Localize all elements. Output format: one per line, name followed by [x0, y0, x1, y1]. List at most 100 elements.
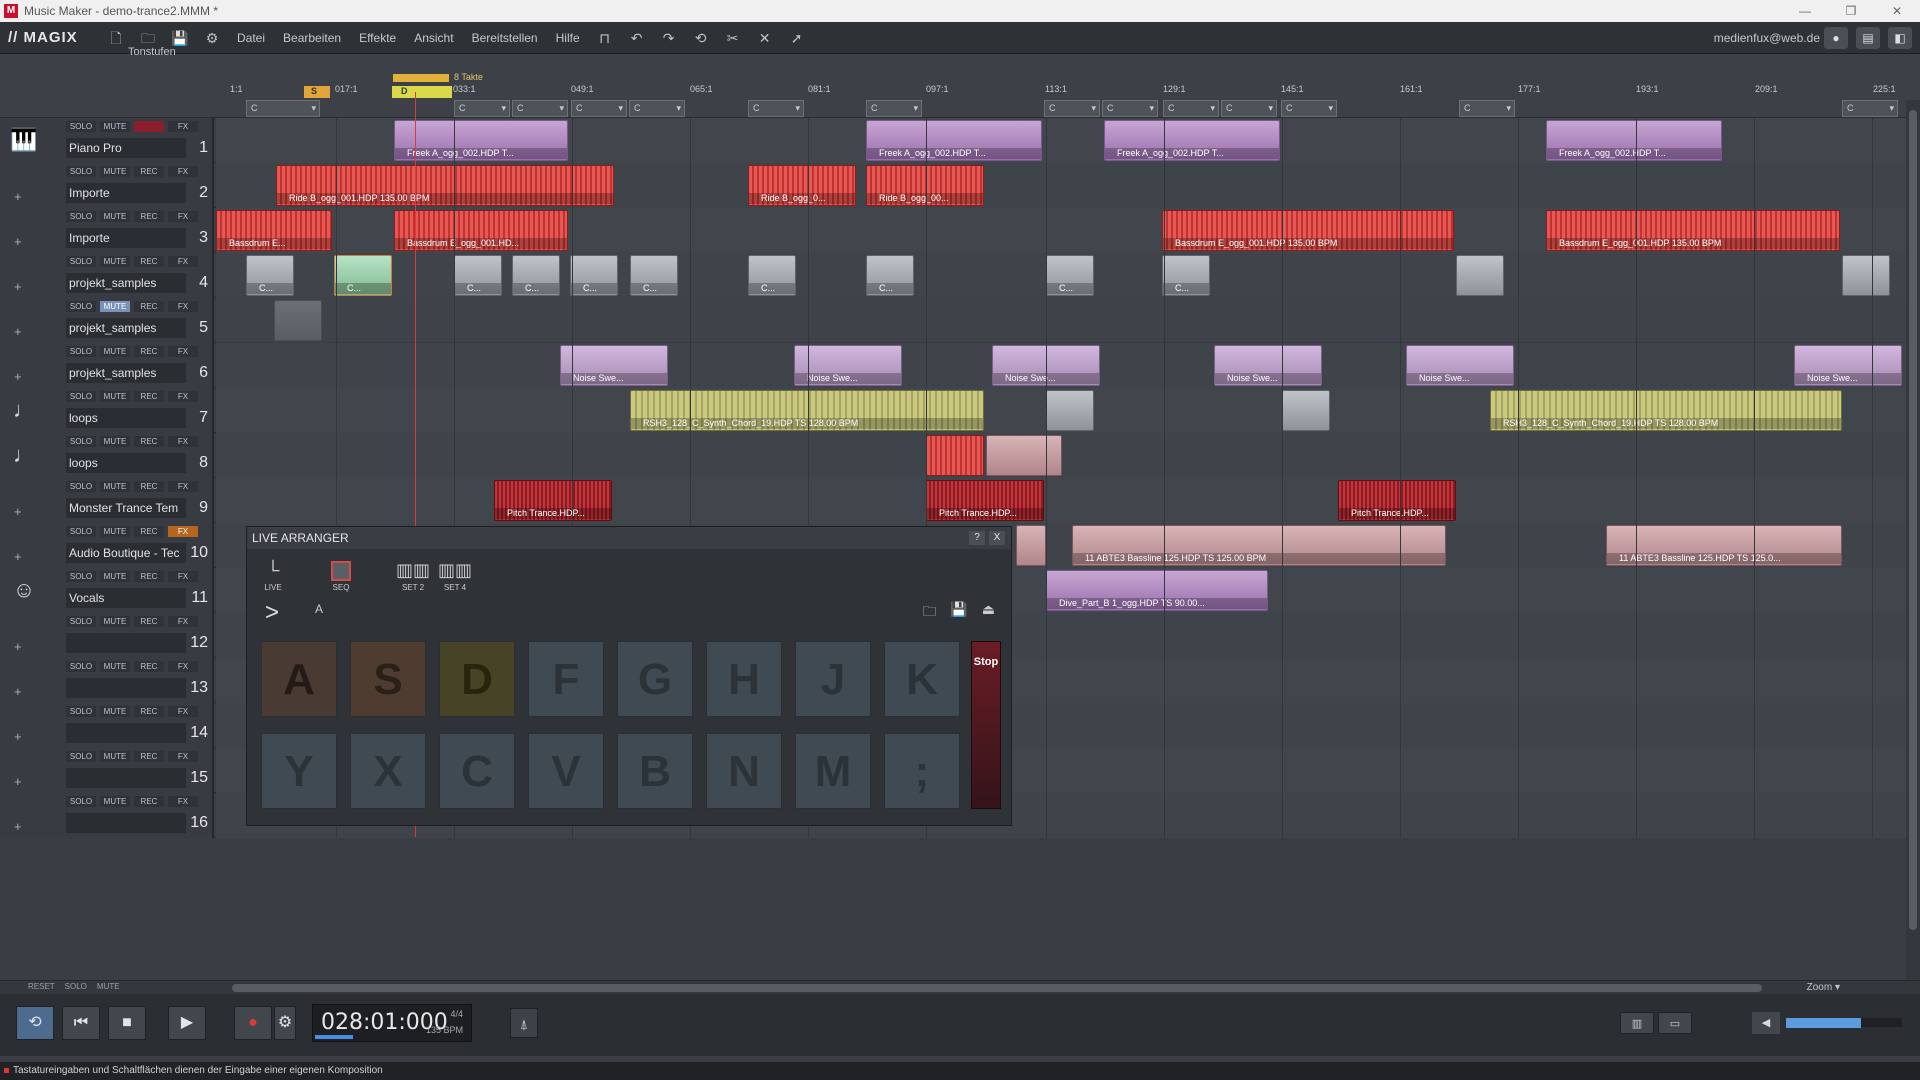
- mute-button[interactable]: MUTE: [100, 751, 130, 762]
- solo-button[interactable]: SOLO: [66, 391, 96, 402]
- chord-selector[interactable]: C: [1221, 100, 1277, 117]
- rec-button[interactable]: REC: [134, 256, 164, 267]
- restore-button[interactable]: ❐: [1828, 0, 1874, 22]
- rec-button[interactable]: REC: [134, 571, 164, 582]
- fx-button[interactable]: FX: [168, 571, 198, 582]
- clip-selected[interactable]: C...: [334, 255, 392, 296]
- clip-muted[interactable]: [274, 300, 322, 341]
- track-header[interactable]: + SOLO MUTE REC FX 16: [0, 793, 214, 838]
- mute-button[interactable]: MUTE: [100, 481, 130, 492]
- clip[interactable]: Freek A_ogg_002.HDP T...: [1104, 120, 1280, 161]
- clip[interactable]: Noise Swe...: [1794, 345, 1902, 386]
- open-folder-icon[interactable]: 🗀: [922, 601, 936, 625]
- mute-button[interactable]: MUTE: [100, 121, 130, 132]
- track-name[interactable]: projekt_samples: [66, 273, 186, 293]
- rotate-icon[interactable]: ⟲: [690, 27, 712, 49]
- clip[interactable]: Bassdrum E_ogg_001.HD...: [394, 210, 568, 251]
- new-file-icon[interactable]: 🗋: [105, 27, 127, 49]
- track-name[interactable]: [66, 678, 186, 698]
- add-icon[interactable]: +: [14, 729, 22, 744]
- clip[interactable]: C...: [866, 255, 914, 296]
- track-name[interactable]: Vocals: [66, 588, 186, 608]
- track-header[interactable]: ♩ SOLO MUTE REC FX loops 7: [0, 388, 214, 433]
- rec-button[interactable]: REC: [134, 211, 164, 222]
- global-mute-button[interactable]: MUTE: [97, 982, 120, 991]
- solo-button[interactable]: SOLO: [66, 526, 96, 537]
- key-f[interactable]: F: [528, 641, 604, 717]
- volume-slider[interactable]: [1786, 1018, 1902, 1028]
- stop-button[interactable]: Stop: [971, 641, 1001, 809]
- track-lane[interactable]: Freek A_ogg_002.HDP T... Freek A_ogg_002…: [216, 118, 1906, 163]
- key-h[interactable]: H: [706, 641, 782, 717]
- mute-button[interactable]: MUTE: [100, 166, 130, 177]
- layout-icon[interactable]: ◧: [1888, 27, 1912, 49]
- mode-set-2[interactable]: ▥▥ SET 2: [395, 557, 431, 592]
- user-icon[interactable]: ●: [1824, 27, 1848, 49]
- add-icon[interactable]: +: [14, 774, 22, 789]
- solo-button[interactable]: SOLO: [66, 751, 96, 762]
- reset-button[interactable]: RESET: [28, 982, 55, 991]
- fx-button[interactable]: FX: [168, 256, 198, 267]
- add-icon[interactable]: +: [14, 369, 22, 384]
- clip[interactable]: [1282, 390, 1330, 431]
- clip[interactable]: Pitch Trance.HDP...: [494, 480, 612, 521]
- scroll-thumb[interactable]: [1909, 110, 1917, 930]
- clip[interactable]: RSH3_128_C_Synth_Chord_19.HDP TS 128.00 …: [1490, 390, 1842, 431]
- menu-bereitstellen[interactable]: Bereitstellen: [472, 31, 538, 45]
- clip[interactable]: [1046, 390, 1094, 431]
- key-d[interactable]: D: [439, 641, 515, 717]
- menu-datei[interactable]: Datei: [237, 31, 265, 45]
- add-icon[interactable]: +: [14, 189, 22, 204]
- clip[interactable]: C...: [748, 255, 796, 296]
- fx-button[interactable]: FX: [168, 526, 198, 537]
- clip[interactable]: Dive_Part_B 1_ogg.HDP TS 90.00...: [1046, 570, 1268, 611]
- rec-button[interactable]: REC: [134, 706, 164, 717]
- play-icon[interactable]: ▶: [168, 1006, 206, 1040]
- clip[interactable]: Freek A_ogg_002.HDP T...: [394, 120, 568, 161]
- export-icon[interactable]: ⏏: [982, 601, 995, 625]
- clip[interactable]: Pitch Trance.HDP...: [1338, 480, 1456, 521]
- mute-button[interactable]: MUTE: [100, 211, 130, 222]
- track-header[interactable]: ☺ SOLO MUTE REC FX Vocals 11: [0, 568, 214, 613]
- solo-button[interactable]: SOLO: [66, 706, 96, 717]
- clip[interactable]: Bassdrum E_ogg_001.HDP 135.00 BPM: [1162, 210, 1454, 251]
- rec-button[interactable]: REC: [134, 166, 164, 177]
- mute-button[interactable]: MUTE: [100, 436, 130, 447]
- account-email[interactable]: medienfux@web.de: [1714, 31, 1820, 45]
- record-settings-icon[interactable]: ⚙: [274, 1006, 296, 1040]
- add-icon[interactable]: +: [14, 324, 22, 339]
- clip[interactable]: Pitch Trance.HDP...: [926, 480, 1044, 521]
- clip[interactable]: [986, 435, 1062, 476]
- settings-gear-icon[interactable]: ⚙: [201, 27, 223, 49]
- fx-button[interactable]: FX: [168, 346, 198, 357]
- stop-icon[interactable]: ■: [108, 1006, 146, 1040]
- chord-selector[interactable]: C: [866, 100, 922, 117]
- fx-button[interactable]: FX: [168, 166, 198, 177]
- fx-button[interactable]: FX: [168, 301, 198, 312]
- track-name[interactable]: Monster Trance Tem: [66, 498, 186, 518]
- rec-button[interactable]: [134, 121, 164, 132]
- add-icon[interactable]: +: [14, 549, 22, 564]
- mode-live[interactable]: └ LIVE: [261, 557, 285, 592]
- clip[interactable]: Bassdrum E_ogg_001.HDP 135.00 BPM: [1546, 210, 1840, 251]
- chord-selector[interactable]: C: [1044, 100, 1100, 117]
- rec-button[interactable]: REC: [134, 301, 164, 312]
- track-name[interactable]: projekt_samples: [66, 318, 186, 338]
- track-name[interactable]: [66, 768, 186, 788]
- track-header[interactable]: ♩ SOLO MUTE REC FX loops 8: [0, 433, 214, 478]
- chord-selector[interactable]: C: [512, 100, 568, 117]
- chord-selector[interactable]: C: [246, 100, 320, 117]
- key-x[interactable]: X: [350, 733, 426, 809]
- track-lane[interactable]: Bassdrum E... Bassdrum E_ogg_001.HD... B…: [216, 208, 1906, 253]
- play-sequence-icon[interactable]: >: [265, 599, 279, 627]
- key-a[interactable]: A: [261, 641, 337, 717]
- chord-selector[interactable]: C: [1459, 100, 1515, 117]
- rec-button[interactable]: REC: [134, 436, 164, 447]
- fx-button[interactable]: FX: [168, 706, 198, 717]
- track-header[interactable]: + SOLO MUTE REC FX Audio Boutique - Tec 10: [0, 523, 214, 568]
- clip[interactable]: C...: [1046, 255, 1094, 296]
- loop-icon[interactable]: ⟲: [16, 1006, 54, 1040]
- solo-button[interactable]: SOLO: [66, 436, 96, 447]
- chord-selector[interactable]: C: [1281, 100, 1337, 117]
- chord-selector[interactable]: C: [629, 100, 685, 117]
